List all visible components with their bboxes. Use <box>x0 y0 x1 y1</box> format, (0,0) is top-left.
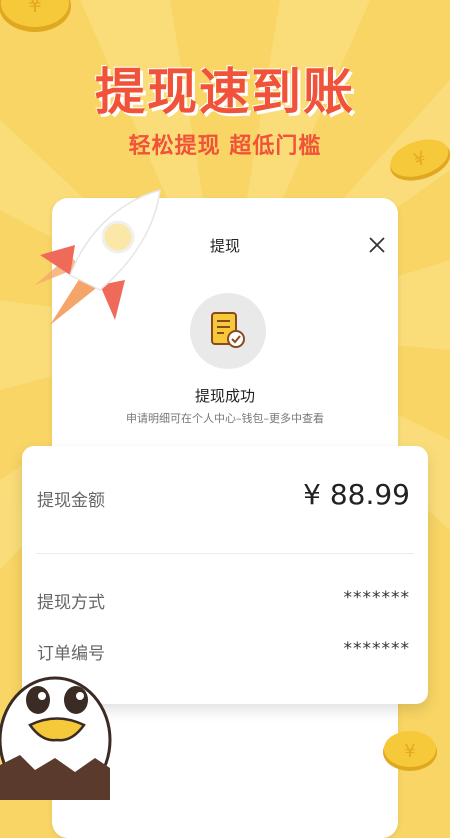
success-hint: 申请明细可在个人中心–钱包–更多中查看 <box>126 412 324 425</box>
coin-icon: ¥ <box>0 0 71 32</box>
rocket-icon <box>35 188 161 325</box>
method-label: 提现方式 <box>37 593 105 613</box>
banner-headline: 提现速到账 <box>95 63 355 121</box>
divider <box>36 553 414 554</box>
success-icon-circle <box>190 293 266 369</box>
receipt-check-icon <box>211 312 245 348</box>
success-title: 提现成功 <box>194 387 255 405</box>
close-icon[interactable] <box>368 236 386 254</box>
amount-label: 提现金额 <box>37 491 105 511</box>
coin-icon: ¥ <box>383 731 437 771</box>
method-value: ******* <box>343 588 410 608</box>
chick-mascot-icon <box>0 676 112 800</box>
svg-text:¥: ¥ <box>28 0 42 18</box>
order-value: ******* <box>343 639 410 659</box>
amount-value: ¥ 88.99 <box>303 478 410 511</box>
svg-text:¥: ¥ <box>404 741 415 762</box>
banner-subline: 轻松提现 超低门槛 <box>128 134 322 159</box>
